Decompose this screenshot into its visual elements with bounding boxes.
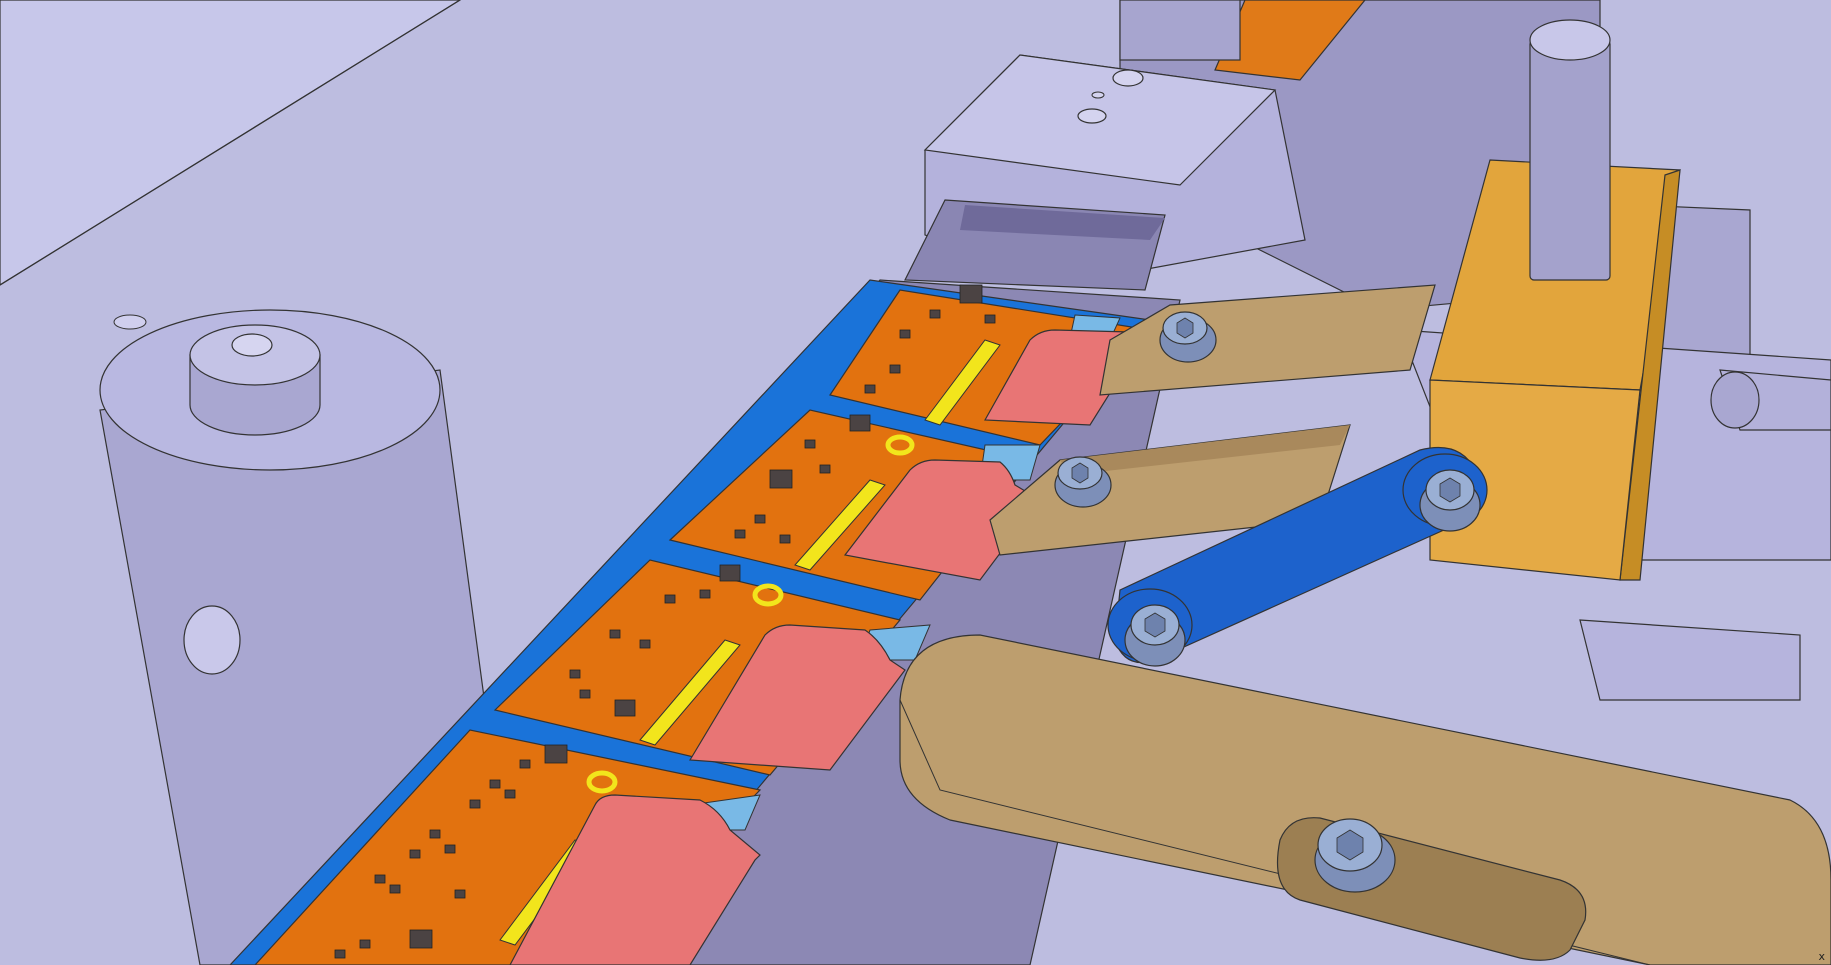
cad-viewport[interactable]: x <box>0 0 1831 965</box>
mount-hole <box>1112 69 1144 87</box>
post-bore-hole <box>231 333 273 357</box>
vertical-pin <box>1529 39 1611 281</box>
cad-scene[interactable] <box>0 0 1831 965</box>
mount-hole <box>1077 108 1107 124</box>
post-side-hole <box>183 605 241 675</box>
axis-indicator-label: x <box>1818 950 1825 963</box>
